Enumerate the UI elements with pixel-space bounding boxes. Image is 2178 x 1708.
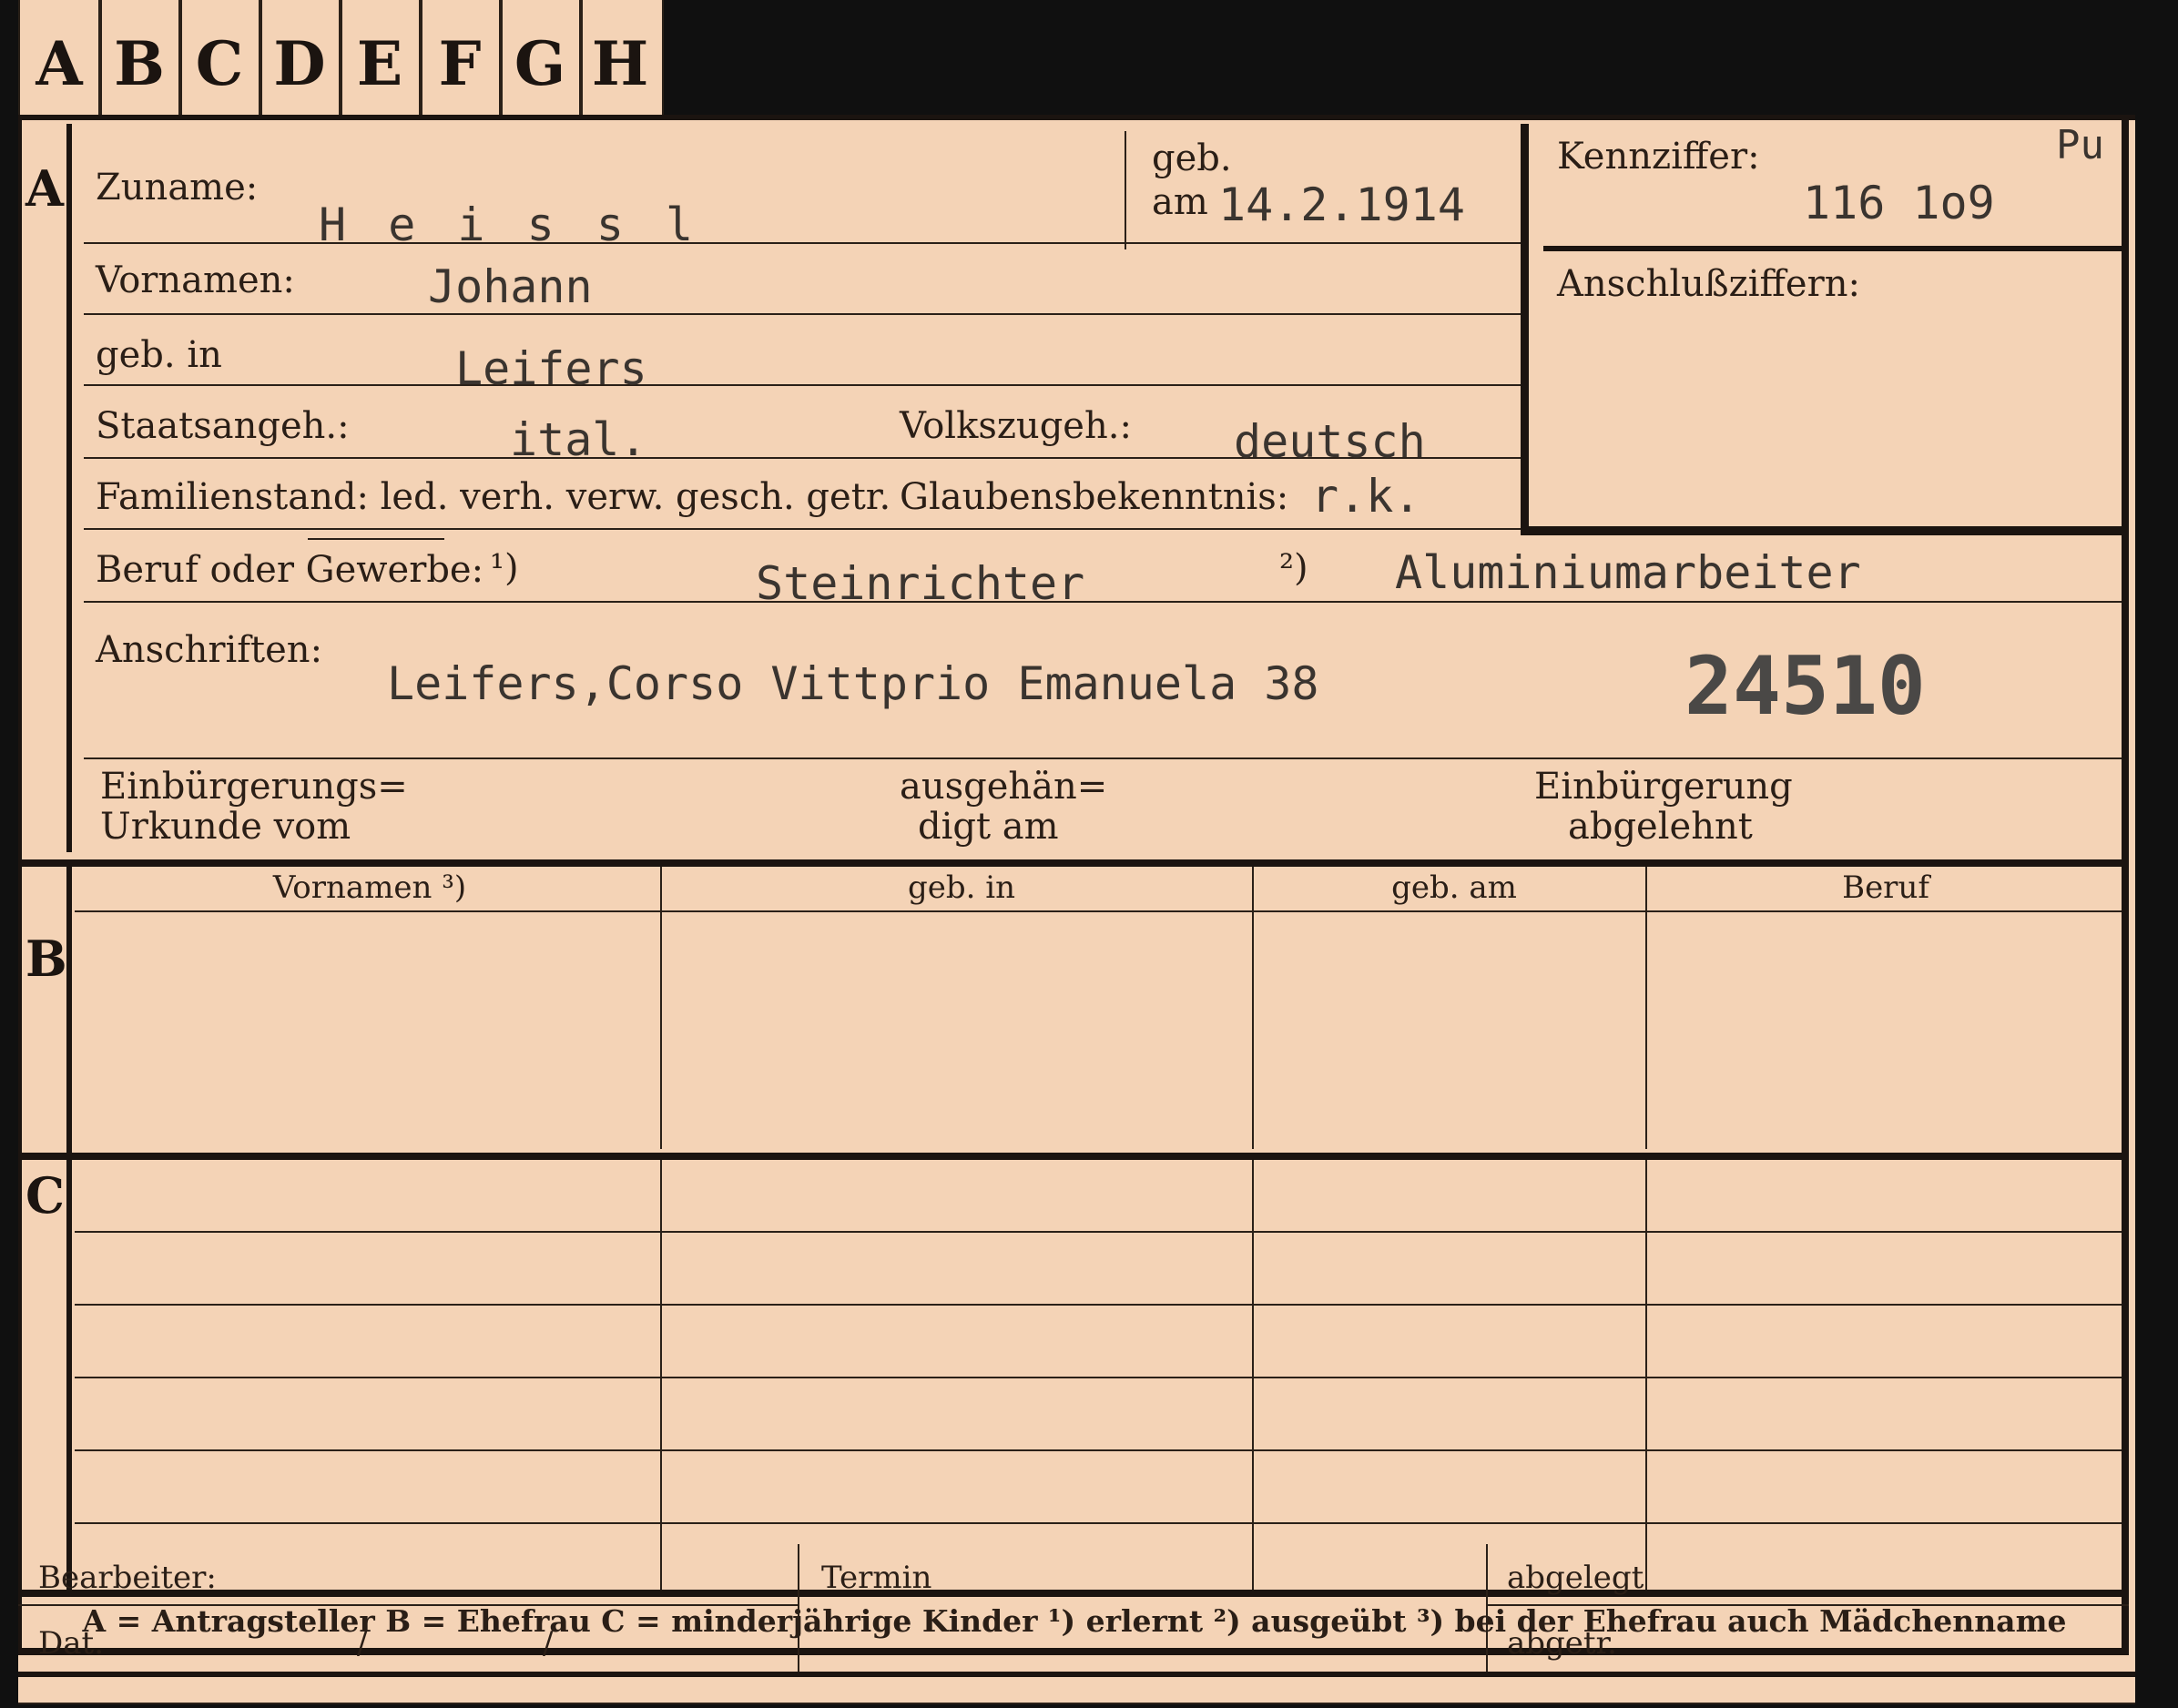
tab-c: C (180, 0, 262, 120)
rule-zuname (84, 242, 1521, 244)
geb-am-label: am (1152, 181, 1208, 223)
col-header-geb-am: geb. am (1391, 869, 1517, 906)
frame-right (2122, 115, 2129, 1672)
rule-beruf (84, 601, 2122, 603)
rule-vornamen (84, 313, 1521, 315)
section-b-letter: B (25, 930, 67, 988)
section-a-letter: A (25, 159, 64, 218)
familienstand-label: Familienstand: led. verh. verw. gesch. g… (96, 476, 891, 518)
volkszugeh-label: Volkszugeh.: (900, 405, 1132, 447)
datum-slash-2: / (543, 1625, 554, 1662)
c-col-divider-2 (1252, 1160, 1254, 1590)
b-col-divider-2 (1252, 867, 1254, 1149)
kennziffer-value: 116 1o9 (1803, 177, 1995, 229)
staatsangeh-value: ital. (510, 413, 647, 466)
kennziffer-divider (1543, 246, 2122, 251)
abgetragen-label: abgetr. (1507, 1625, 1617, 1662)
footer-divider-1 (798, 1544, 799, 1672)
tab-h: H (591, 28, 649, 99)
c-col-divider-1 (660, 1160, 662, 1590)
tab-g: G (501, 0, 583, 120)
alphabet-tab-strip: A B C D E F G H (18, 0, 664, 122)
b-header-rule (75, 910, 2122, 912)
b-col-divider-3 (1645, 867, 1647, 1149)
c-col-divider-3 (1645, 1160, 1647, 1590)
zuname-label: Zuname: (96, 167, 259, 208)
c-row-rule (75, 1522, 2122, 1524)
col-header-geb-in: geb. in (907, 869, 1016, 906)
section-b-rail (66, 867, 72, 1153)
glaubensbekenntnis-label: Glaubensbekenntnis: (900, 476, 1289, 518)
glaubensbekenntnis-value: r.k. (1311, 470, 1421, 523)
separator-b-c (18, 1153, 2129, 1160)
tab-a: A (20, 0, 102, 120)
pu-mark: Pu (2056, 122, 2104, 168)
kennziffer-box-left (1521, 124, 1529, 534)
rule-familienstand (84, 528, 1521, 530)
bearbeiter-label: Bearbeiter: (38, 1560, 217, 1596)
geb-label: geb. (1152, 137, 1232, 179)
footnote-2-mark: ²) (1279, 547, 1308, 589)
section-a-rail (66, 124, 72, 852)
anschriften-label: Anschriften: (96, 629, 323, 671)
kennziffer-box-bottom (1521, 526, 2122, 535)
kennziffer-label: Kennziffer: (1557, 136, 1760, 178)
rule-geb-in (84, 384, 1521, 386)
c-row-rule (75, 1304, 2122, 1306)
section-c-letter: C (25, 1166, 65, 1225)
footer-divider-2 (1486, 1544, 1488, 1672)
ausgehaendigt-label-1: ausgehän= (900, 766, 1108, 808)
c-row-rule (75, 1377, 2122, 1378)
geb-in-label: geb. in (96, 334, 222, 376)
footer-right-rule (1486, 1604, 2129, 1606)
footer-base-rule (18, 1672, 2135, 1677)
einbuergerung-abgelehnt-label-1: Einbürgerung (1534, 766, 1793, 808)
datum-label: Dat. (38, 1625, 105, 1662)
beruf-ausgeuebt-value: Aluminiumarbeiter (1395, 546, 1861, 599)
anschrift-value: Leifers,Corso Vittprio Emanuela 38 (387, 657, 1319, 710)
b-col-divider-1 (660, 867, 662, 1149)
separator-a-b (18, 859, 2129, 867)
footer: Bearbeiter: Termin abgelegt Dat. / / abg… (18, 1544, 2135, 1704)
section-c-rail (66, 1160, 72, 1590)
c-row-rule (75, 1231, 2122, 1233)
geburtsort-value: Leifers (455, 342, 647, 395)
ausgehaendigt-label-2: digt am (918, 806, 1059, 848)
footer-left-rule (18, 1604, 798, 1606)
einbuergerung-abgelehnt-label-2: abgelehnt (1568, 806, 1753, 848)
volkszugeh-value: deutsch (1234, 415, 1426, 468)
datum-slash-1: / (357, 1625, 368, 1662)
tab-e: E (341, 0, 422, 120)
termin-label: Termin (821, 1560, 932, 1596)
tab-d: D (260, 0, 342, 120)
beruf-erlernt-value: Steinrichter (756, 557, 1085, 610)
tab-b: B (100, 0, 182, 120)
anschlussziffern-label: Anschlußziffern: (1557, 263, 1860, 305)
frame-left (18, 115, 22, 1672)
frame-top (18, 115, 2135, 120)
registration-card: A Zuname: H e i s s l geb. am 14.2.1914 … (18, 115, 2135, 1672)
col-header-vornamen: Vornamen ³) (272, 869, 467, 906)
c-row-rule (75, 1449, 2122, 1451)
staatsangeh-label: Staatsangeh.: (96, 405, 350, 447)
zuname-value: H e i s s l (319, 198, 701, 251)
footnote-1-mark: ¹) (490, 547, 519, 589)
geb-divider (1125, 131, 1126, 249)
abgelegt-label: abgelegt (1507, 1560, 1644, 1596)
vornamen-label: Vornamen: (96, 259, 295, 301)
rule-anschriften (84, 757, 2122, 759)
vornamen-value: Johann (428, 260, 593, 313)
geburtsdatum-value: 14.2.1914 (1218, 178, 1465, 231)
familienstand-mark (308, 538, 444, 540)
beruf-label: Beruf oder Gewerbe: (96, 549, 484, 591)
einbuergerungsurkunde-label-1: Einbürgerungs= (100, 766, 408, 808)
stamp-number: 24510 (1684, 639, 1926, 733)
einbuergerungsurkunde-label-2: Urkunde vom (100, 806, 351, 848)
tab-f: F (421, 0, 503, 120)
col-header-beruf: Beruf (1842, 869, 1929, 906)
